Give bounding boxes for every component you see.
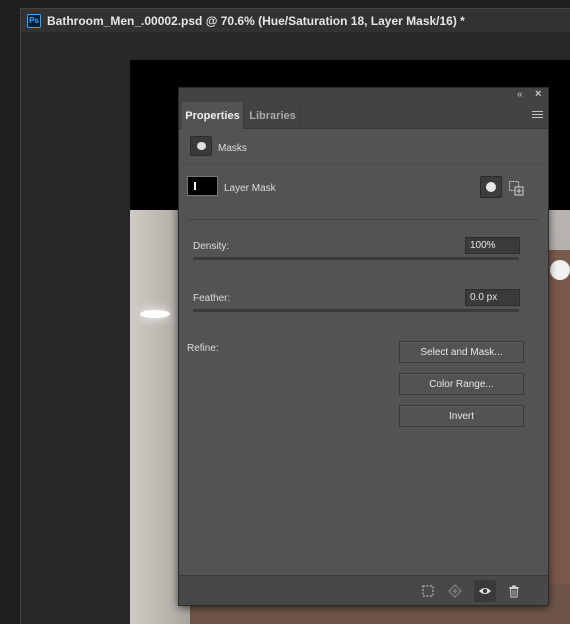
workspace-top-edge — [0, 0, 570, 8]
photo-ceiling-light — [140, 310, 170, 318]
feather-slider-track[interactable] — [193, 309, 519, 312]
add-vector-mask-icon[interactable] — [508, 180, 524, 196]
density-input[interactable]: 100% — [465, 237, 520, 254]
separator — [187, 219, 539, 220]
density-slider-track[interactable] — [193, 257, 519, 260]
layer-mask-row: Layer Mask — [179, 164, 548, 208]
feather-input[interactable]: 0.0 px — [465, 289, 520, 306]
pixel-mask-button[interactable] — [480, 176, 502, 198]
panel-menu-icon[interactable] — [532, 111, 543, 120]
layer-mask-label: Layer Mask — [224, 183, 276, 194]
panel-title-bar[interactable]: « × — [179, 88, 548, 102]
photo-right-panel — [548, 250, 570, 624]
masks-label: Masks — [218, 143, 247, 154]
load-selection-icon[interactable] — [419, 582, 437, 600]
photoshop-icon: Ps — [27, 13, 41, 28]
workspace-left-edge — [0, 0, 20, 624]
invert-button[interactable]: Invert — [399, 405, 524, 427]
select-and-mask-button[interactable]: Select and Mask... — [399, 341, 524, 363]
visibility-eye-icon[interactable] — [474, 580, 496, 602]
properties-panel: « × Properties Libraries Masks Layer Mas… — [178, 87, 549, 606]
panel-bottom-bar — [179, 575, 548, 605]
refine-label: Refine: — [187, 343, 219, 354]
document-title: Bathroom_Men_.00002.psd @ 70.6% (Hue/Sat… — [47, 13, 465, 28]
layer-mask-thumbnail[interactable] — [187, 176, 218, 196]
apply-mask-icon[interactable] — [446, 582, 464, 600]
density-label: Density: — [193, 241, 230, 252]
delete-mask-icon[interactable] — [505, 582, 523, 600]
photoshop-app: Ps Bathroom_Men_.00002.psd @ 70.6% (Hue/… — [0, 0, 570, 624]
document-tab[interactable]: Ps Bathroom_Men_.00002.psd @ 70.6% (Hue/… — [20, 8, 570, 32]
masks-icon — [190, 136, 212, 156]
photo-right-light — [550, 260, 570, 280]
collapse-panel-icon[interactable]: « — [517, 89, 523, 100]
close-icon[interactable]: × — [535, 88, 541, 100]
color-range-button[interactable]: Color Range... — [399, 373, 524, 395]
tab-libraries[interactable]: Libraries — [245, 102, 301, 129]
feather-label: Feather: — [193, 293, 231, 304]
tab-properties[interactable]: Properties — [182, 102, 244, 129]
panel-tabbar: Properties Libraries — [179, 102, 548, 129]
masks-header: Masks — [179, 130, 548, 164]
